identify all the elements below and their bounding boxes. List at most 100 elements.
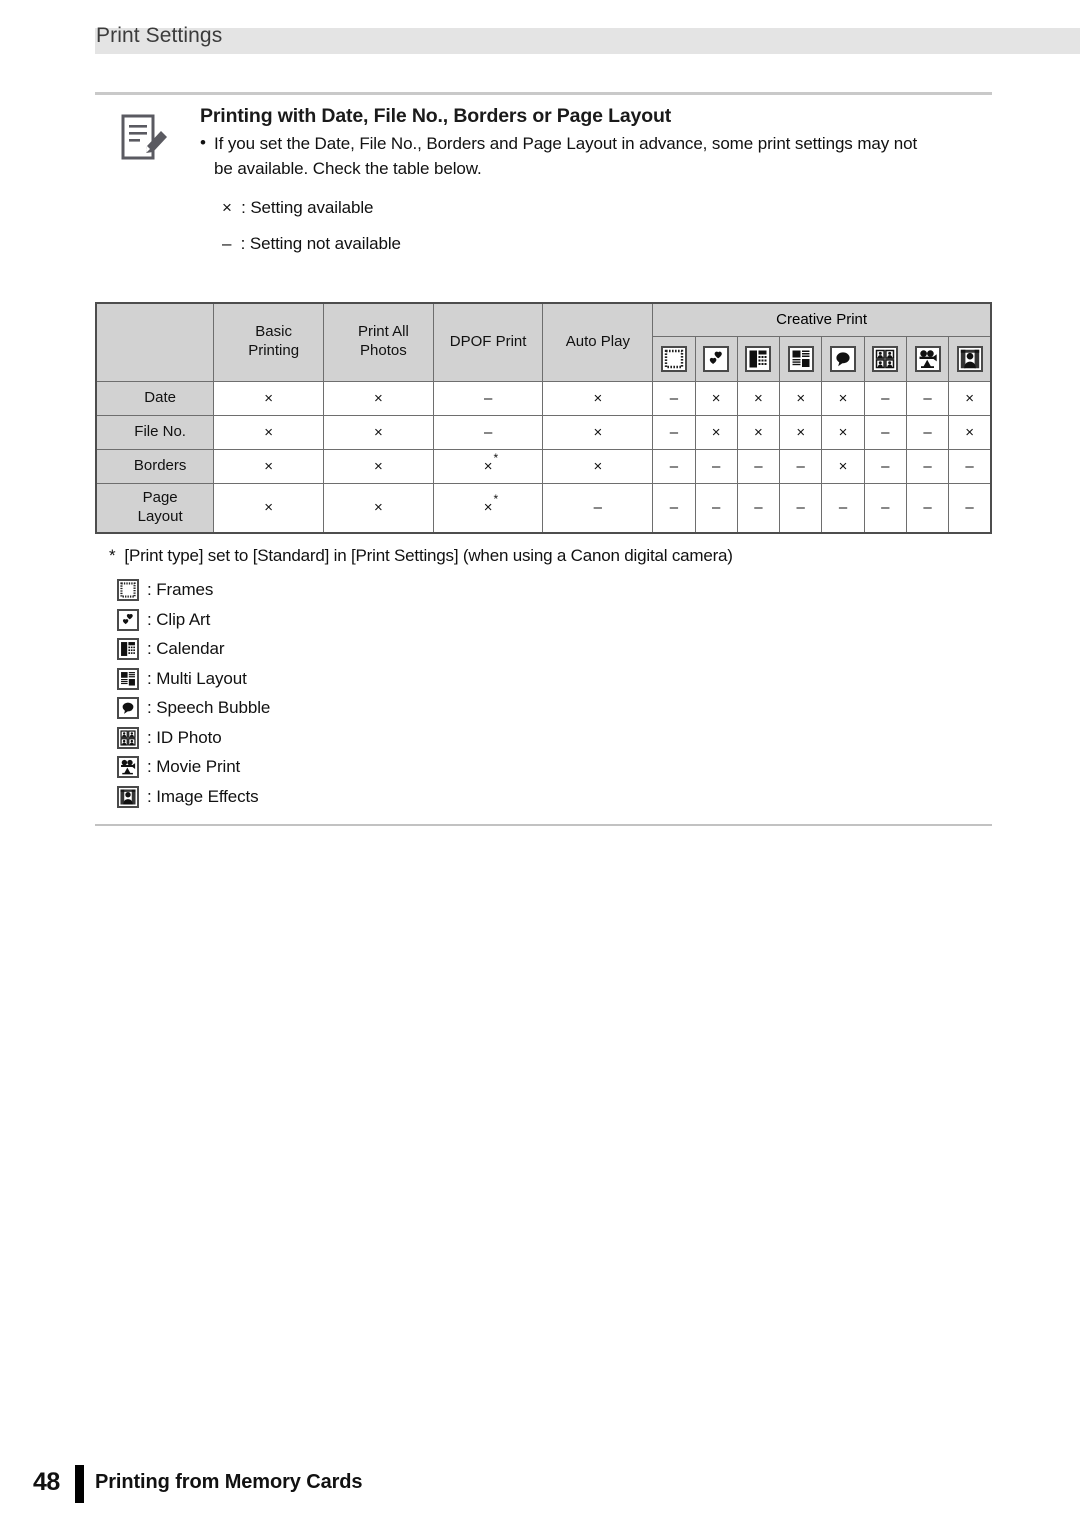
cell-file-no-image-effects: × [948,414,992,450]
table-row: Date × × – × – × × × × – – × [95,380,992,416]
cell-page-layout-print-all-photos: × [323,482,434,534]
col-header-movie-print [905,335,950,382]
footnote-marker: * [493,492,499,507]
footnote-asterisk: * [109,545,116,565]
cell-page-layout-clip-art: – [694,482,738,534]
legend-label-speech-bubble: : Speech Bubble [147,698,271,718]
running-header-title: Print Settings [96,24,223,47]
cell-file-no-print-all-photos: × [323,414,434,450]
footnote-marker: * [493,450,499,465]
row-label-page-layout: Page Layout [95,482,215,534]
cell-page-layout-basic-printing: × [213,482,325,534]
table-footnote: * [Print type] set to [Standard] in [Prin… [95,546,992,566]
cell-borders-speech-bubble: × [821,448,865,484]
col-header-image-effects [948,335,992,382]
page-number: 48 [33,1468,60,1496]
note-bullet-line1: • If you set the Date, File No., Borders… [200,132,992,157]
legend-label-movie-print: : Movie Print [147,757,241,777]
col-header-calendar [736,335,781,382]
cell-date-frames: – [652,380,696,416]
cell-page-layout-movie-print: – [905,482,950,534]
cell-borders-multi-layout: – [779,448,823,484]
col-header-frames [652,335,696,382]
clip-art-icon [117,608,139,631]
frames-icon [660,345,687,372]
cell-date-clip-art: × [694,380,738,416]
header-band [95,28,1080,54]
table-row: Page Layout × × × * – – – – – – – – – [95,482,992,534]
bullet-dot: • [200,133,206,153]
cell-borders-calendar: – [736,448,781,484]
note-pencil-icon [117,111,171,165]
section-divider-bottom [95,824,992,826]
cell-file-no-basic-printing: × [213,414,325,450]
footer-bar [75,1465,84,1503]
col-header-creative-print: Creative Print [652,302,992,337]
note-bullet-text2: be available. Check the table below. [214,159,482,179]
col-header-clip-art [694,335,738,382]
page-footer: 48 Printing from Memory Cards [0,1465,1080,1509]
cell-borders-clip-art: – [694,448,738,484]
cell-borders-basic-printing: × [213,448,325,484]
cell-page-layout-calendar: – [736,482,781,534]
image-effects-icon [117,785,139,808]
cell-borders-print-all-photos: × [323,448,434,484]
legend-label-multi-layout: : Multi Layout [147,668,247,688]
cell-file-no-movie-print: – [905,414,950,450]
section-divider-top [95,92,992,95]
col-header-dpof-print: DPOF Print [432,302,544,382]
legend-label-id-photo: : ID Photo [147,727,222,747]
section-title: Printing with Date, File No., Borders or… [200,105,672,127]
cell-borders-image-effects: – [948,448,992,484]
id-photo-icon [117,726,139,749]
legend-item-frames: : Frames [95,576,992,606]
movie-print-icon [117,756,139,779]
calendar-icon [745,345,772,372]
legend-not-available: – : Setting not available [222,234,401,254]
legend-item-calendar: : Calendar [95,635,992,665]
availability-table-wrap: Basic Printing BasicPrinting Print AllPh… [95,301,992,534]
legend-available: × : Setting available [222,197,374,217]
cell-file-no-clip-art: × [694,414,738,450]
availability-table: Basic Printing BasicPrinting Print AllPh… [95,301,992,534]
col-header-basic-printing-text: Basic Printing [248,323,300,360]
cell-page-layout-multi-layout: – [779,482,823,534]
legend-item-id-photo: : ID Photo [95,723,992,753]
note-bullet-line2: be available. Check the table below. [200,157,992,182]
cell-date-dpof-print: – [432,380,544,416]
cell-file-no-id-photo: – [863,414,907,450]
col-header-auto-play: Auto Play [542,302,654,382]
row-label-borders: Borders [95,448,215,484]
cell-borders-dpof-print: × * [432,448,544,484]
cell-date-calendar: × [736,380,781,416]
clip-art-icon [703,345,730,372]
icon-legend-list: : Frames : Clip Art: Calendar: Multi L… [95,576,992,812]
image-effects-icon [956,345,983,372]
note-bullet-text1: If you set the Date, File No., Borders a… [214,134,918,154]
cell-page-layout-image-effects: – [948,482,992,534]
cell-page-layout-speech-bubble: – [821,482,865,534]
cell-date-speech-bubble: × [821,380,865,416]
cell-borders-auto-play: × [542,448,654,484]
cell-file-no-dpof-print: – [432,414,544,450]
cell-date-basic-printing: × [213,380,325,416]
cell-borders-id-photo: – [863,448,907,484]
speech-bubble-icon [829,345,856,372]
col-header-print-all-photos-text: Print All Photos [357,323,409,360]
cell-page-layout-dpof-print: × * [432,482,544,534]
table-corner-cell [95,302,215,382]
cell-page-layout-id-photo: – [863,482,907,534]
cell-file-no-speech-bubble: × [821,414,865,450]
cell-file-no-frames: – [652,414,696,450]
col-header-basic-printing: Basic Printing BasicPrinting [213,302,325,382]
col-header-print-all-photos: Print All Photos [323,302,434,382]
footer-chapter-title: Printing from Memory Cards [95,1471,363,1493]
cell-date-multi-layout: × [779,380,823,416]
col-header-multi-layout [779,335,823,382]
cell-borders-movie-print: – [905,448,950,484]
col-header-speech-bubble [821,335,865,382]
legend-item-multi-layout: : Multi Layout [95,664,992,694]
legend-label-clip-art: : Clip Art [147,609,211,629]
legend-label-calendar: : Calendar [147,639,225,659]
legend-item-speech-bubble: : Speech Bubble [95,694,992,724]
